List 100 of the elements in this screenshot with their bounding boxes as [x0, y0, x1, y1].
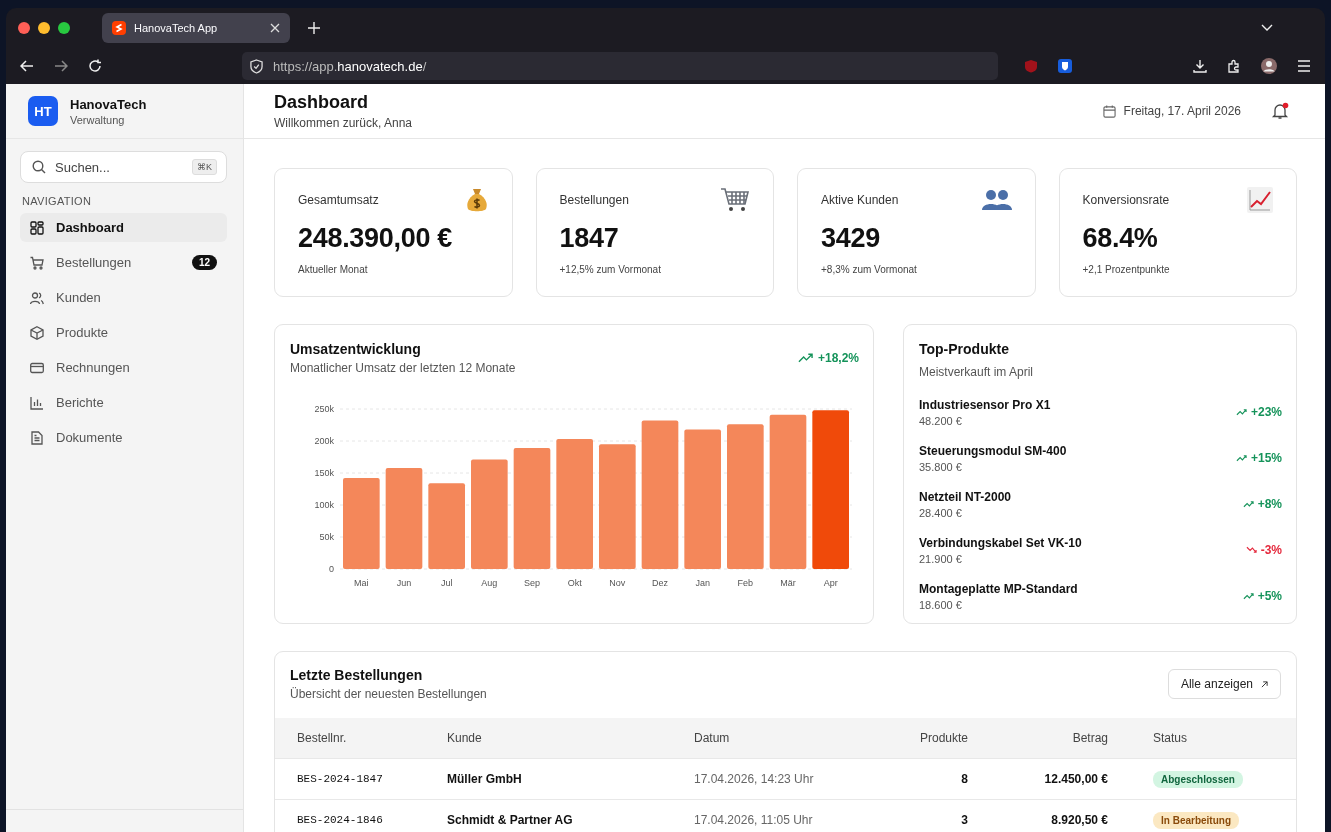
order-amount: 8.920,50 €: [1050, 813, 1109, 827]
nav-item[interactable]: Kunden: [20, 283, 227, 312]
trend-down-icon: [1245, 546, 1257, 554]
customer-name: Schmidt & Partner AG: [447, 813, 574, 827]
line-chart-icon: [1247, 187, 1273, 213]
axis-label: 200k: [314, 436, 334, 446]
growth-value: +18,2%: [817, 351, 859, 365]
address-bar[interactable]: https://app.hanovatech.de/: [242, 52, 998, 80]
stat-value: 248.390,00 €: [298, 223, 454, 254]
trend-up-icon: [1235, 454, 1247, 462]
money-bag-icon: [464, 187, 489, 213]
change-value: +23%: [1250, 405, 1282, 419]
order-id: BES-2024-1846: [297, 814, 384, 826]
status-tag: Abgeschlossen: [1153, 770, 1243, 788]
app-logo-icon: [112, 21, 126, 35]
axis-label: Sep: [524, 578, 540, 588]
axis-label: Jun: [396, 578, 412, 588]
brand-logo: HT: [28, 96, 58, 126]
stat-label: Bestellungen: [559, 193, 629, 207]
maximize-window-button[interactable]: [58, 22, 70, 34]
stat-value: 68.4%: [1082, 223, 1159, 254]
nav-item[interactable]: Dokumente: [20, 423, 227, 452]
axis-label: Nov: [609, 578, 626, 588]
column-header: Datum: [694, 731, 731, 745]
card-subtitle: Übersicht der neuesten Bestellungen: [290, 687, 487, 701]
show-all-button[interactable]: Alle anzeigen: [1167, 669, 1281, 699]
new-tab-icon[interactable]: [308, 22, 320, 34]
users-icon: [30, 290, 44, 305]
card-title: Letzte Bestellungen: [290, 667, 424, 683]
stat-note: +12,5% zum Vormonat: [559, 264, 662, 275]
nav-item[interactable]: Dashboard: [20, 213, 227, 242]
forward-icon[interactable]: [54, 60, 68, 72]
close-tab-icon[interactable]: [270, 23, 280, 33]
axis-label: Dez: [652, 578, 668, 588]
box-icon: [30, 325, 44, 340]
nav-item[interactable]: Berichte: [20, 388, 227, 417]
order-amount: 12.450,00 €: [1043, 772, 1109, 786]
shortcut-hint: ⌘K: [192, 159, 217, 175]
browser-tab[interactable]: HanovaTech App: [102, 13, 290, 43]
stat-note: Aktueller Monat: [298, 264, 369, 275]
count-badge: 12: [191, 255, 217, 270]
minimize-window-button[interactable]: [38, 22, 50, 34]
change-value: -3%: [1260, 543, 1282, 557]
customer-name: Müller GmbH: [447, 772, 523, 786]
product-revenue: 21.900 €: [919, 552, 963, 565]
page-subtitle: Willkommen zurück, Anna: [274, 116, 413, 130]
axis-label: Mai: [354, 578, 369, 588]
product-name: Steuerungsmodul SM-400: [919, 443, 1067, 458]
axis-label: Jan: [695, 578, 710, 588]
brand-subtitle: Verwaltung: [70, 113, 126, 126]
column-header: Betrag: [1071, 731, 1109, 745]
reload-icon[interactable]: [88, 59, 102, 73]
nav-item[interactable]: Rechnungen: [20, 353, 227, 382]
profile-avatar-icon[interactable]: [1261, 58, 1277, 74]
search-icon: [32, 160, 46, 174]
axis-label: Mär: [780, 578, 796, 588]
puzzle-icon[interactable]: [1227, 59, 1241, 73]
shopping-cart-icon: [720, 187, 750, 213]
card-title: Umsatzentwicklung: [290, 341, 422, 357]
cart-icon: [30, 255, 44, 270]
card-subtitle: Meistverkauft im April: [919, 365, 1035, 379]
product-revenue: 18.600 €: [919, 598, 963, 611]
back-icon[interactable]: [20, 60, 34, 72]
stat-note: +2,1 Prozentpunkte: [1082, 264, 1171, 275]
menu-icon[interactable]: [1297, 60, 1311, 72]
axis-label: 250k: [314, 404, 334, 414]
product-revenue: 35.800 €: [919, 460, 963, 473]
product-revenue: 48.200 €: [919, 414, 963, 427]
notification-bell-icon[interactable]: [1271, 102, 1289, 120]
brand-name: HanovaTech: [70, 96, 147, 112]
chevron-down-icon[interactable]: [1261, 24, 1273, 32]
stat-label: Konversionsrate: [1082, 193, 1170, 207]
change-value: +8%: [1257, 497, 1282, 511]
status-tag: In Bearbeitung: [1153, 811, 1239, 829]
order-id: BES-2024-1847: [297, 773, 384, 785]
external-arrow-icon: [1261, 680, 1268, 688]
product-name: Netzteil NT-2000: [919, 489, 1012, 504]
product-name: Montageplatte MP-Standard: [919, 581, 1078, 596]
nav-item[interactable]: Bestellungen 12: [20, 248, 227, 277]
order-date: 17.04.2026, 11:05 Uhr: [694, 813, 814, 827]
shield-icon: [250, 58, 263, 74]
download-icon[interactable]: [1193, 59, 1207, 73]
trend-up-icon: [1242, 592, 1254, 600]
axis-label: Aug: [481, 578, 498, 588]
shield-icon[interactable]: [1058, 59, 1072, 73]
stat-label: Gesamtumsatz: [298, 193, 379, 207]
close-window-button[interactable]: [18, 22, 30, 34]
column-header: Bestellnr.: [297, 731, 348, 745]
change-value: +15%: [1250, 451, 1282, 465]
column-header: Produkte: [918, 731, 969, 745]
axis-label: 150k: [314, 468, 334, 478]
card-subtitle: Monatlicher Umsatz der letzten 12 Monate: [290, 361, 516, 375]
stat-value: 3429: [821, 223, 881, 254]
axis-label: Apr: [823, 578, 838, 588]
axis-label: 100k: [314, 500, 334, 510]
axis-label: Feb: [737, 578, 754, 588]
product-count: 3: [960, 813, 969, 827]
nav-item[interactable]: Produkte: [20, 318, 227, 347]
product-count: 8: [960, 772, 969, 786]
product-revenue: 28.400 €: [919, 506, 963, 519]
